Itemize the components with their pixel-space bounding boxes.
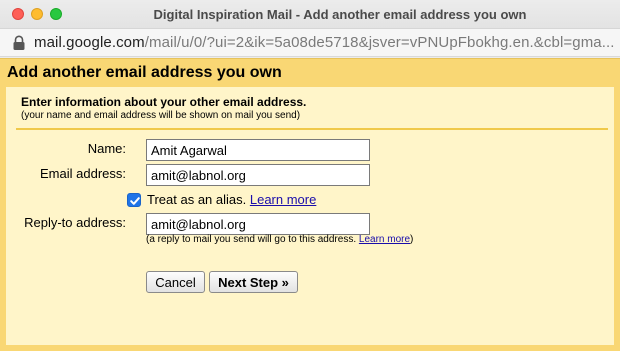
name-field[interactable] <box>146 139 370 161</box>
checkmark-icon <box>130 197 140 205</box>
email-field[interactable] <box>146 164 370 186</box>
lock-icon <box>12 35 26 51</box>
dialog-heading: Add another email address you own <box>7 64 282 81</box>
window-title: Digital Inspiration Mail - Add another e… <box>153 7 527 22</box>
reply-to-label: Reply-to address: <box>24 215 126 230</box>
alias-learn-more-link[interactable]: Learn more <box>250 192 316 207</box>
alias-label-row: Treat as an alias. Learn more <box>147 192 316 207</box>
window-titlebar: Digital Inspiration Mail - Add another e… <box>0 0 620 29</box>
reply-to-hint-text: (a reply to mail you send will go to thi… <box>146 234 357 245</box>
url-host: mail.google.com <box>34 34 145 51</box>
section-divider <box>16 128 608 130</box>
reply-to-field[interactable] <box>146 213 370 235</box>
reply-to-learn-more-link[interactable]: Learn more <box>359 234 410 245</box>
url-text[interactable]: mail.google.com/mail/u/0/?ui=2&ik=5a08de… <box>34 34 614 51</box>
cancel-button[interactable]: Cancel <box>146 271 205 293</box>
dialog-page: Add another email address you own Enter … <box>0 58 620 351</box>
url-path: /mail/u/0/?ui=2&ik=5a08de5718&jsver=vPNU… <box>144 34 614 51</box>
next-step-button[interactable]: Next Step » <box>209 271 298 293</box>
address-bar[interactable]: mail.google.com/mail/u/0/?ui=2&ik=5a08de… <box>0 29 620 57</box>
close-window-button[interactable] <box>12 8 24 20</box>
email-label: Email address: <box>40 166 126 181</box>
name-label: Name: <box>87 141 126 156</box>
reply-to-hint-close: ) <box>410 234 414 245</box>
zoom-window-button[interactable] <box>50 8 62 20</box>
dialog-header: Add another email address you own <box>0 58 620 87</box>
intro-title: Enter information about your other email… <box>21 95 307 109</box>
alias-label: Treat as an alias. <box>147 192 247 207</box>
minimize-window-button[interactable] <box>31 8 43 20</box>
alias-checkbox[interactable] <box>127 193 141 207</box>
reply-to-hint: (a reply to mail you send will go to thi… <box>146 234 413 245</box>
intro-subtitle: (your name and email address will be sho… <box>21 110 301 121</box>
